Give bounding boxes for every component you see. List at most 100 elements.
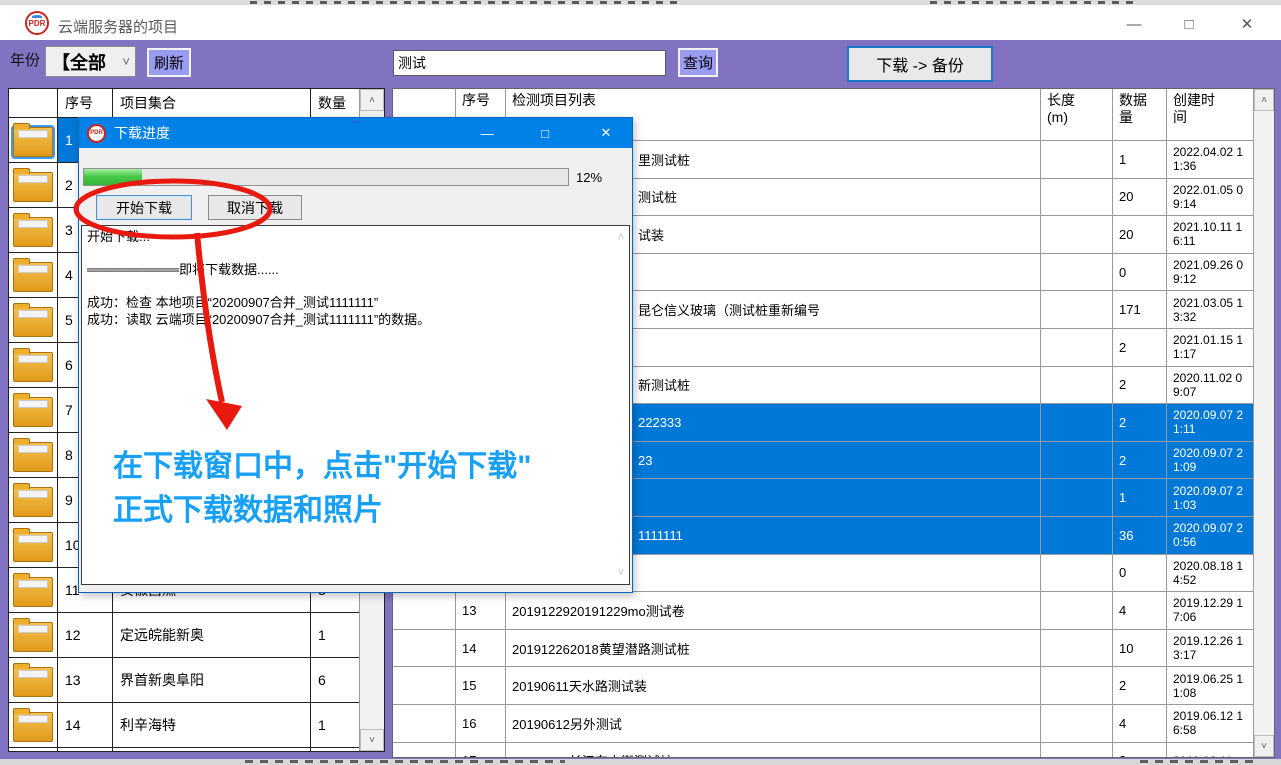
- folder-icon: [13, 487, 53, 517]
- title-bar: PDR 云端服务器的项目 — □ ✕: [0, 5, 1281, 40]
- download-backup-button[interactable]: 下载 -> 备份: [847, 46, 993, 82]
- item-qty: 2: [1113, 367, 1167, 404]
- project-qty: 6: [311, 658, 361, 702]
- item-qty: 20: [1113, 179, 1167, 216]
- item-created: 2020.09.07 21:03: [1167, 479, 1255, 516]
- table-row[interactable]: 14利辛海特1: [9, 703, 384, 748]
- folder-icon: [13, 712, 53, 742]
- scroll-down-icon[interactable]: ˅: [613, 565, 629, 581]
- table-row[interactable]: 13界首新奥阜阳6: [9, 658, 384, 703]
- item-created: 2020.08.18 14:52: [1167, 555, 1255, 592]
- item-length: [1041, 630, 1113, 667]
- folder-cell: [9, 478, 58, 522]
- item-qty: 10: [1113, 630, 1167, 667]
- item-name: 20190611长江东大街测试桩: [506, 743, 1041, 759]
- dialog-close-button[interactable]: ✕: [587, 118, 625, 148]
- table-row[interactable]: 14201912262018黄望潜路测试桩102019.12.26 13:17: [393, 630, 1274, 668]
- cancel-download-button[interactable]: 取消下载: [208, 195, 302, 220]
- item-name: 20190612另外测试: [506, 705, 1041, 742]
- item-created: 2021.09.26 09:12: [1167, 254, 1255, 291]
- folder-cell: [9, 208, 58, 252]
- table-row[interactable]: 15: [9, 748, 384, 752]
- table-row[interactable]: 1620190612另外测试42019.06.12 16:58: [393, 705, 1274, 743]
- refresh-button[interactable]: 刷新: [147, 48, 191, 77]
- folder-cell: [9, 253, 58, 297]
- item-name: 201912262018黄望潜路测试桩: [506, 630, 1041, 667]
- query-button[interactable]: 查询: [678, 48, 718, 77]
- row-num: 12: [58, 613, 113, 657]
- item-qty: 2: [1113, 329, 1167, 366]
- item-created: 2019.06.12 16:58: [1167, 705, 1255, 742]
- row-num: 13: [58, 658, 113, 702]
- item-created: 2020.09.07 21:09: [1167, 442, 1255, 479]
- folder-icon: [13, 172, 53, 202]
- dialog-maximize-button[interactable]: □: [526, 118, 564, 148]
- folder-icon: [13, 532, 53, 562]
- search-input[interactable]: [393, 50, 666, 76]
- item-length: [1041, 517, 1113, 554]
- right-table-scrollbar[interactable]: ˄ ˅: [1253, 89, 1274, 757]
- table-row[interactable]: 1520190611天水路测试装22019.06.25 11:08: [393, 667, 1274, 705]
- row-num: 15: [58, 748, 113, 752]
- row-icon-cell: [393, 630, 456, 667]
- folder-cell: [9, 343, 58, 387]
- item-qty: 171: [1113, 291, 1167, 328]
- table-row[interactable]: 12定远皖能新奥1: [9, 613, 384, 658]
- row-num: 15: [456, 667, 506, 704]
- item-created: 2021.01.15 11:17: [1167, 329, 1255, 366]
- scroll-up-icon[interactable]: ˄: [1254, 89, 1274, 111]
- progress-bar: [83, 168, 569, 186]
- background-artifact: [1140, 760, 1260, 763]
- project-name: 定远皖能新奥: [113, 613, 311, 657]
- table-row[interactable]: 1720190611长江东大街测试桩22019.06.11: [393, 743, 1274, 759]
- item-created: 2019.06.11: [1167, 743, 1255, 759]
- table-row[interactable]: 132019122920191229mo测试卷42019.12.29 17:06: [393, 592, 1274, 630]
- close-button[interactable]: ✕: [1230, 12, 1264, 36]
- dialog-minimize-button[interactable]: —: [468, 118, 506, 148]
- folder-cell: [9, 748, 58, 752]
- maximize-button[interactable]: □: [1172, 12, 1206, 36]
- item-qty: 2: [1113, 667, 1167, 704]
- folder-cell: [9, 118, 58, 162]
- left-header-qty: 数量: [311, 89, 361, 117]
- scroll-up-icon[interactable]: ˄: [360, 89, 384, 111]
- left-header-name: 项目集合: [113, 89, 311, 117]
- item-created: 2020.11.02 09:07: [1167, 367, 1255, 404]
- scroll-up-icon[interactable]: ˄: [613, 229, 629, 245]
- item-qty: 4: [1113, 705, 1167, 742]
- minimize-button[interactable]: —: [1117, 12, 1151, 36]
- right-header-created: 创建时 间: [1167, 89, 1255, 140]
- download-log[interactable]: 开始下载... ══════════即将下载数据...... 成功：检查 本地项…: [81, 225, 630, 585]
- folder-icon: [13, 352, 53, 382]
- scroll-down-icon[interactable]: ˅: [1254, 735, 1274, 757]
- item-length: [1041, 667, 1113, 704]
- progress-percent-label: 12%: [576, 170, 602, 185]
- background-artifact: [930, 1, 1140, 4]
- background-artifact: [250, 1, 680, 4]
- row-num: 13: [456, 592, 506, 629]
- item-created: 2019.06.25 11:08: [1167, 667, 1255, 704]
- item-qty: 2: [1113, 442, 1167, 479]
- row-icon-cell: [393, 592, 456, 629]
- item-qty: 1: [1113, 479, 1167, 516]
- item-created: 2021.03.05 13:32: [1167, 291, 1255, 328]
- project-qty: 1: [311, 613, 361, 657]
- folder-icon: [13, 127, 53, 157]
- folder-cell: [9, 568, 58, 612]
- item-qty: 36: [1113, 517, 1167, 554]
- scroll-down-icon[interactable]: ˅: [360, 729, 384, 751]
- window-title: 云端服务器的项目: [58, 16, 178, 37]
- year-dropdown[interactable]: 【全部 ˅: [45, 46, 136, 77]
- item-qty: 20: [1113, 216, 1167, 253]
- folder-icon: [13, 217, 53, 247]
- left-header-num: 序号: [58, 89, 113, 117]
- download-progress-dialog: PDR 下载进度 — □ ✕ 12% 开始下载 取消下载 开始下载... ═══…: [78, 117, 633, 593]
- item-length: [1041, 705, 1113, 742]
- item-created: 2019.12.29 17:06: [1167, 592, 1255, 629]
- item-length: [1041, 592, 1113, 629]
- item-name: 2019122920191229mo测试卷: [506, 592, 1041, 629]
- start-download-button[interactable]: 开始下载: [96, 195, 192, 220]
- item-length: [1041, 254, 1113, 291]
- year-dropdown-value: 【全部: [46, 49, 122, 75]
- folder-cell: [9, 433, 58, 477]
